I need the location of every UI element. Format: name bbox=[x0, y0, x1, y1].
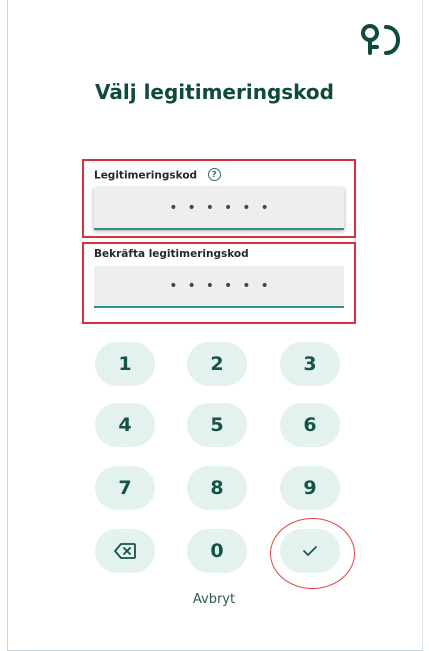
key-1[interactable]: 1 bbox=[95, 342, 155, 386]
key-4[interactable]: 4 bbox=[95, 403, 155, 447]
key-2[interactable]: 2 bbox=[187, 342, 247, 386]
confirm-pin-field-label: Bekräfta legitimeringskod bbox=[94, 248, 249, 260]
pin-input[interactable]: •••••• bbox=[94, 188, 344, 230]
help-icon[interactable]: ? bbox=[207, 168, 221, 181]
logo-icon bbox=[358, 20, 410, 62]
pin-field-label-row: Legitimeringskod ? bbox=[94, 168, 221, 182]
key-7[interactable]: 7 bbox=[95, 466, 155, 510]
key-8[interactable]: 8 bbox=[187, 466, 247, 510]
page-title: Välj legitimeringskod bbox=[95, 80, 334, 104]
cancel-button[interactable]: Avbryt bbox=[181, 592, 247, 607]
key-3[interactable]: 3 bbox=[280, 342, 340, 386]
confirm-pin-input[interactable]: •••••• bbox=[94, 266, 344, 308]
key-5[interactable]: 5 bbox=[187, 403, 247, 447]
pin-field-group: Legitimeringskod ? •••••• bbox=[82, 159, 356, 238]
key-0[interactable]: 0 bbox=[187, 529, 247, 573]
backspace-icon bbox=[114, 543, 136, 559]
pin-field-label: Legitimeringskod bbox=[94, 169, 198, 182]
backspace-button[interactable] bbox=[95, 529, 155, 573]
confirm-pin-field-group: Bekräfta legitimeringskod •••••• bbox=[82, 242, 356, 324]
key-9[interactable]: 9 bbox=[280, 466, 340, 510]
key-6[interactable]: 6 bbox=[280, 403, 340, 447]
confirm-highlight bbox=[270, 518, 355, 589]
